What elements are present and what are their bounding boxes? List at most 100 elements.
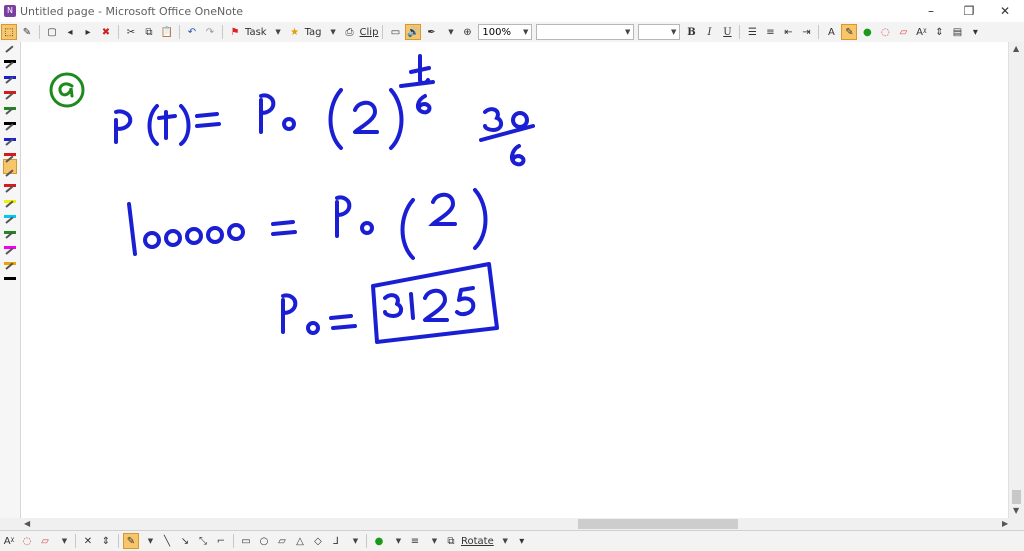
lasso-icon[interactable]: ◌ <box>877 24 893 40</box>
ink-color-dropdown-icon[interactable]: ▼ <box>389 533 405 549</box>
pen-swatch-icon[interactable] <box>4 107 16 125</box>
drawing-toolbar: Aᵡ ◌ ▱ ▼ ✕ ⇕ ✎ ▼ ╲ ↘ ⤡ ⌐ ▭ ○ ▱ △ ◇ ⅃ ▼ ●… <box>0 530 1024 551</box>
onenote-app-icon[interactable]: N <box>4 5 16 17</box>
parallelogram-tool-icon[interactable]: ▱ <box>274 533 290 549</box>
scroll-left-icon[interactable]: ◀ <box>24 519 30 528</box>
arrange-icon[interactable]: ⧉ <box>443 533 459 549</box>
back-icon[interactable]: ◂ <box>62 24 78 40</box>
decrease-indent-icon[interactable]: ⇤ <box>780 24 796 40</box>
clear-format-icon[interactable]: Aᵡ <box>913 24 929 40</box>
drawing-toolbar-options-icon[interactable]: ▾ <box>514 533 530 549</box>
pen-swatch-icon[interactable] <box>4 169 16 187</box>
text-style-icon[interactable]: A <box>823 24 839 40</box>
highlighter-icon[interactable]: ✎ <box>841 24 858 40</box>
pen-swatch-icon[interactable] <box>4 262 16 280</box>
redo-icon[interactable]: ↷ <box>202 24 218 40</box>
tag-dropdown-icon[interactable]: ▼ <box>324 24 340 40</box>
font-select[interactable]: ▼ <box>536 24 635 40</box>
pen-swatch-icon[interactable] <box>4 45 16 63</box>
pen-options-icon[interactable]: ✒ <box>423 24 439 40</box>
pen-dropdown-icon[interactable]: ▼ <box>141 533 157 549</box>
delete-icon[interactable]: ✖ <box>98 24 114 40</box>
line-weight-icon[interactable]: ≡ <box>407 533 423 549</box>
text-tool-icon[interactable]: Aᵡ <box>1 533 17 549</box>
pen-swatch-icon[interactable] <box>4 138 16 156</box>
chevron-down-icon: ▼ <box>625 28 631 36</box>
close-button[interactable]: ✕ <box>988 0 1022 22</box>
zoom-select[interactable]: 100% ▼ <box>478 24 533 40</box>
underline-button[interactable]: U <box>719 24 735 40</box>
toolbar-divider <box>179 25 180 39</box>
rotate-dropdown-icon[interactable]: ▼ <box>496 533 512 549</box>
audio-icon[interactable]: 🔊 <box>405 24 422 40</box>
scroll-up-icon[interactable]: ▲ <box>1013 44 1019 53</box>
select-tool-icon[interactable]: ⬚ <box>1 24 17 40</box>
vertical-scrollbar[interactable]: ▲ ▼ <box>1008 42 1024 518</box>
new-page-icon[interactable]: ▢ <box>44 24 60 40</box>
copy-icon[interactable]: ⧉ <box>141 24 157 40</box>
line-tool-icon[interactable]: ╲ <box>159 533 175 549</box>
eraser-icon[interactable]: ▱ <box>895 24 911 40</box>
clip-icon[interactable]: ⎙ <box>342 24 358 40</box>
connector-tool-icon[interactable]: ⌐ <box>213 533 229 549</box>
ink-color-icon[interactable]: ● <box>371 533 387 549</box>
minimize-button[interactable]: – <box>914 0 948 22</box>
paste-icon[interactable]: 📋 <box>159 24 175 40</box>
double-arrow-tool-icon[interactable]: ⤡ <box>195 533 211 549</box>
tag-star-icon[interactable]: ★ <box>287 24 303 40</box>
pen-swatch-icon[interactable] <box>4 200 16 218</box>
cut-icon[interactable]: ✂ <box>123 24 139 40</box>
delete-ink-icon[interactable]: ✕ <box>80 533 96 549</box>
page-view-icon[interactable]: ▭ <box>387 24 403 40</box>
tag-button[interactable]: Tag <box>305 24 322 40</box>
toolbar-options-icon[interactable]: ▾ <box>967 24 983 40</box>
numbering-icon[interactable]: ≡ <box>762 24 778 40</box>
note-canvas[interactable]: a <box>21 42 1009 518</box>
horizontal-scrollbar[interactable]: ◀ ▶ <box>0 518 1024 530</box>
title-bar: N Untitled page - Microsoft Office OneNo… <box>0 0 1024 22</box>
clip-button[interactable]: Clip <box>360 24 379 40</box>
ink-line-3 <box>281 293 357 335</box>
insert-space-icon[interactable]: ⇕ <box>931 24 947 40</box>
line-weight-dropdown-icon[interactable]: ▼ <box>425 533 441 549</box>
task-dropdown-icon[interactable]: ▼ <box>269 24 285 40</box>
vertical-scroll-thumb[interactable] <box>1012 490 1021 504</box>
font-color-icon[interactable]: ● <box>859 24 875 40</box>
zoom-value: 100% <box>482 26 512 38</box>
axis-dropdown-icon[interactable]: ▼ <box>346 533 362 549</box>
rotate-button[interactable]: Rotate <box>461 533 494 549</box>
active-pen-icon[interactable]: ✎ <box>123 533 139 549</box>
zoom-icon[interactable]: ⊕ <box>459 24 475 40</box>
scroll-down-icon[interactable]: ▼ <box>1013 506 1019 515</box>
eraser-dropdown-icon[interactable]: ▼ <box>55 533 71 549</box>
undo-icon[interactable]: ↶ <box>184 24 200 40</box>
lasso-tool-icon[interactable]: ◌ <box>19 533 35 549</box>
scroll-right-icon[interactable]: ▶ <box>1002 519 1008 528</box>
bullets-icon[interactable]: ☰ <box>744 24 760 40</box>
arrow-tool-icon[interactable]: ↘ <box>177 533 193 549</box>
diamond-tool-icon[interactable]: ◇ <box>310 533 326 549</box>
rectangle-tool-icon[interactable]: ▭ <box>238 533 254 549</box>
toolbar-divider <box>818 25 820 39</box>
pen-tool-icon[interactable]: ✎ <box>19 24 35 40</box>
increase-indent-icon[interactable]: ⇥ <box>798 24 814 40</box>
task-button[interactable]: Task <box>245 24 267 40</box>
label-a-text: a <box>21 42 27 45</box>
bold-button[interactable]: B <box>683 24 699 40</box>
pen-options-dropdown-icon[interactable]: ▼ <box>441 24 457 40</box>
forward-icon[interactable]: ▸ <box>80 24 96 40</box>
pen-swatch-icon[interactable] <box>4 231 16 249</box>
font-size-select[interactable]: ▼ <box>638 24 681 40</box>
task-flag-icon[interactable]: ⚑ <box>227 24 243 40</box>
horizontal-scroll-thumb[interactable] <box>578 519 738 529</box>
ellipse-tool-icon[interactable]: ○ <box>256 533 272 549</box>
eraser-tool-icon[interactable]: ▱ <box>37 533 53 549</box>
pen-swatch-icon[interactable] <box>4 76 16 94</box>
insert-space-tool-icon[interactable]: ⇕ <box>98 533 114 549</box>
pen-nib-icon <box>5 45 14 53</box>
triangle-tool-icon[interactable]: △ <box>292 533 308 549</box>
axis-tool-icon[interactable]: ⅃ <box>328 533 344 549</box>
italic-button[interactable]: I <box>701 24 717 40</box>
page-setup-icon[interactable]: ▤ <box>949 24 965 40</box>
restore-button[interactable]: ❐ <box>952 0 986 22</box>
